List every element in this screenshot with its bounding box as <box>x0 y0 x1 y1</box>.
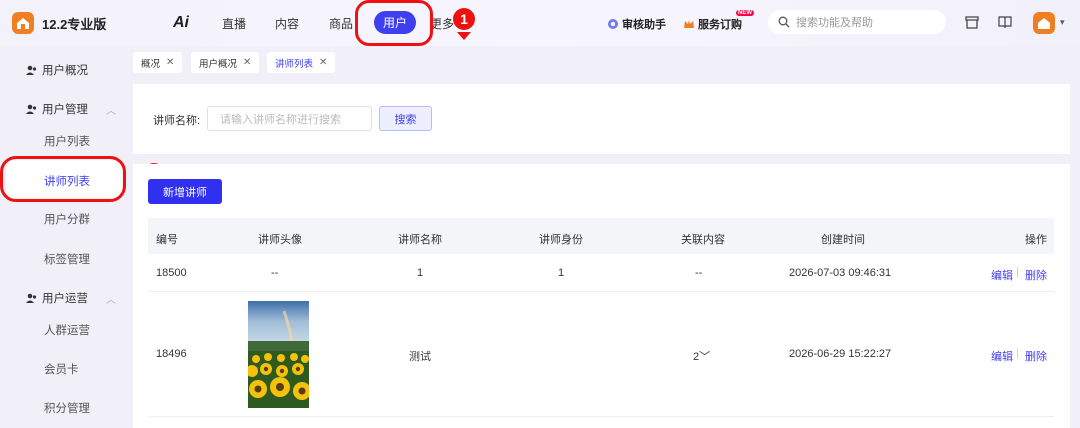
delete-link[interactable]: 删除 <box>1025 267 1047 283</box>
chevron-up-icon[interactable]: ︿ <box>106 102 116 117</box>
tab-label: 概况 <box>141 58 161 70</box>
lecturer-name-input[interactable]: 请输入讲师名称进行搜索 <box>207 106 372 131</box>
review-assistant-button[interactable]: 审核助手 <box>607 16 666 32</box>
users-icon <box>26 104 37 114</box>
review-assistant-label: 审核助手 <box>622 19 666 31</box>
row-divider <box>148 416 1054 417</box>
annotation-badge-step1: 1 <box>453 8 475 30</box>
tab-user-overview[interactable]: 用户概况 ✕ <box>191 52 260 73</box>
assistant-icon <box>608 19 618 29</box>
sidebar-item-user-overview[interactable]: 用户概况 <box>26 62 88 78</box>
cell-identity: 1 <box>558 267 565 279</box>
users-icon <box>26 293 37 303</box>
column-header: 讲师头像 <box>258 234 302 246</box>
cell-name: 测试 <box>409 351 431 363</box>
search-input[interactable]: 搜索功能及帮助 <box>768 10 946 34</box>
add-lecturer-button[interactable]: 新增讲师 <box>148 179 222 204</box>
app-version-label: 12.2专业版 <box>42 16 107 32</box>
home-icon <box>12 12 34 34</box>
sidebar-item-label: 用户概况 <box>42 65 88 77</box>
row-divider <box>148 291 1054 292</box>
top-header: 12.2专业版 Ai 直播 内容 商品 用户 更多 1 审核助手 服务订购 NE… <box>0 0 1080 46</box>
sidebar: 用户概况 用户管理 ︿ 用户列表 讲师列表 2 用户分群 标签管理 用户运营 ︿… <box>0 46 165 428</box>
ai-icon[interactable]: Ai <box>173 14 189 32</box>
tab-overview[interactable]: 概况 ✕ <box>133 52 183 73</box>
lecturer-list-panel: 新增讲师 编号 讲师头像 讲师名称 讲师身份 关联内容 创建时间 操作 1850… <box>133 164 1070 428</box>
chevron-down-icon[interactable]: ▾ <box>1060 17 1065 28</box>
sidebar-item-crowd-ops[interactable]: 人群运营 <box>44 322 90 338</box>
action-divider: | <box>1016 347 1019 359</box>
edit-link[interactable]: 编辑 <box>991 267 1013 283</box>
column-header: 讲师身份 <box>539 234 583 246</box>
cell-avatar: -- <box>271 267 279 279</box>
avatar[interactable] <box>1033 12 1055 34</box>
tab-label: 讲师列表 <box>275 58 314 70</box>
app-logo[interactable]: 12.2专业版 <box>12 12 106 34</box>
home-icon <box>1038 18 1050 29</box>
crown-icon <box>684 20 694 28</box>
column-header: 讲师名称 <box>398 234 442 246</box>
tab-lecturer-list[interactable]: 讲师列表 ✕ <box>267 52 336 73</box>
book-icon[interactable] <box>997 14 1013 30</box>
tab-label: 用户概况 <box>199 58 238 70</box>
sidebar-group-user-mgmt[interactable]: 用户管理 <box>26 101 88 117</box>
related-content-dropdown[interactable]: 2﹀ <box>693 348 710 364</box>
sidebar-item-points-mgmt[interactable]: 积分管理 <box>44 400 90 416</box>
users-icon <box>26 65 37 75</box>
cell-id: 18500 <box>156 267 187 279</box>
filter-panel: 讲师名称: 请输入讲师名称进行搜索 搜索 <box>133 84 1070 154</box>
sidebar-item-member-card[interactable]: 会员卡 <box>44 361 79 377</box>
search-placeholder: 搜索功能及帮助 <box>796 17 873 29</box>
nav-item-live[interactable]: 直播 <box>222 15 246 32</box>
cell-created: 2026-06-29 15:22:27 <box>789 348 892 360</box>
sidebar-item-user-segments[interactable]: 用户分群 <box>44 211 90 227</box>
cell-name: 1 <box>417 267 424 279</box>
sidebar-group-label: 用户管理 <box>42 104 88 116</box>
edit-link[interactable]: 编辑 <box>991 348 1013 364</box>
column-header: 操作 <box>1025 234 1047 246</box>
annotation-ring-step1 <box>355 0 433 46</box>
new-badge: NEW <box>736 10 754 16</box>
search-button[interactable]: 搜索 <box>379 106 432 131</box>
close-icon[interactable]: ✕ <box>319 57 327 68</box>
sidebar-item-tag-mgmt[interactable]: 标签管理 <box>44 251 90 267</box>
column-header: 关联内容 <box>681 234 725 246</box>
sidebar-group-user-ops[interactable]: 用户运营 <box>26 290 88 306</box>
sidebar-group-label: 用户运营 <box>42 293 88 305</box>
sidebar-item-user-list[interactable]: 用户列表 <box>44 133 90 149</box>
search-icon <box>778 16 790 28</box>
cell-created: 2026-07-03 09:46:31 <box>789 267 892 279</box>
service-order-button[interactable]: 服务订购 <box>683 16 742 32</box>
cell-related: -- <box>695 267 703 279</box>
chevron-down-icon: ﹀ <box>699 351 711 363</box>
cell-id: 18496 <box>156 348 187 360</box>
close-icon[interactable]: ✕ <box>243 57 251 68</box>
close-icon[interactable]: ✕ <box>166 57 174 68</box>
store-icon[interactable] <box>964 14 980 30</box>
nav-item-content[interactable]: 内容 <box>275 15 299 32</box>
service-order-label: 服务订购 <box>698 19 742 31</box>
annotation-ring-step2 <box>0 156 126 202</box>
delete-link[interactable]: 删除 <box>1025 348 1047 364</box>
chevron-up-icon[interactable]: ︿ <box>106 291 116 306</box>
column-header: 创建时间 <box>821 234 865 246</box>
column-header: 编号 <box>156 234 178 246</box>
lecturer-avatar-image <box>248 301 309 408</box>
action-divider: | <box>1016 266 1019 278</box>
annotation-pointer-icon <box>457 32 471 40</box>
lecturer-name-label: 讲师名称: <box>153 115 201 127</box>
nav-item-products[interactable]: 商品 <box>329 15 353 32</box>
input-placeholder: 请输入讲师名称进行搜索 <box>220 113 341 126</box>
nav-item-more[interactable]: 更多 <box>430 15 454 32</box>
